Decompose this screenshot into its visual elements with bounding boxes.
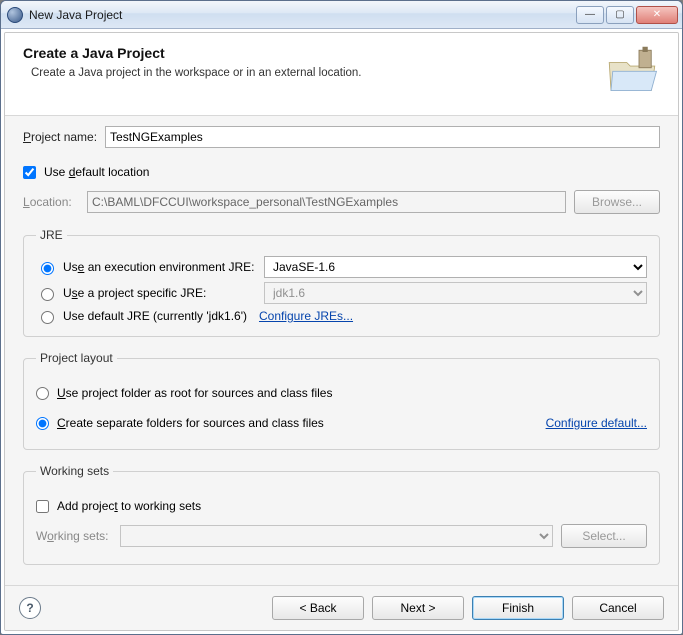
- configure-jres-link[interactable]: Configure JREs...: [259, 309, 353, 323]
- jre-project-specific-select: jdk1.6: [264, 282, 647, 304]
- jre-default-row: Use default JRE (currently 'jdk1.6') Con…: [36, 308, 647, 324]
- close-button[interactable]: ✕: [636, 6, 678, 24]
- wizard-header: Create a Java Project Create a Java proj…: [5, 33, 678, 116]
- jre-default-label[interactable]: Use default JRE (currently 'jdk1.6'): [63, 309, 247, 323]
- working-sets-combo-row: Working sets: Select...: [36, 524, 647, 548]
- browse-button: Browse...: [574, 190, 660, 214]
- working-sets-combo-label: Working sets:: [36, 529, 112, 543]
- content-frame: Create a Java Project Create a Java proj…: [4, 32, 679, 631]
- working-sets-select-button: Select...: [561, 524, 647, 548]
- working-sets-group: Working sets Add project to working sets…: [23, 464, 660, 565]
- layout-root-radio[interactable]: [36, 387, 49, 400]
- page-title: Create a Java Project: [23, 45, 604, 61]
- use-default-location-checkbox[interactable]: [23, 166, 36, 179]
- window-buttons: — ▢ ✕: [576, 6, 678, 24]
- location-input: [87, 191, 566, 213]
- jre-exec-env-label[interactable]: Use an execution environment JRE:: [63, 260, 254, 274]
- jre-project-specific-radio[interactable]: [41, 288, 54, 301]
- help-icon[interactable]: ?: [19, 597, 41, 619]
- jre-legend: JRE: [36, 228, 67, 242]
- layout-separate-label[interactable]: Create separate folders for sources and …: [57, 416, 324, 430]
- back-button[interactable]: < Back: [272, 596, 364, 620]
- jre-project-specific-label[interactable]: Use a project specific JRE:: [63, 286, 206, 300]
- configure-default-link[interactable]: Configure default...: [546, 416, 647, 430]
- titlebar[interactable]: New Java Project — ▢ ✕: [1, 1, 682, 29]
- location-label: Location:: [23, 195, 79, 209]
- window-title: New Java Project: [29, 8, 576, 22]
- page-subtitle: Create a Java project in the workspace o…: [23, 67, 604, 79]
- layout-root-label[interactable]: Use project folder as root for sources a…: [57, 386, 332, 400]
- location-row: Location: Browse...: [23, 190, 660, 214]
- working-sets-legend: Working sets: [36, 464, 113, 478]
- working-sets-select: [120, 525, 553, 547]
- jre-exec-env-select[interactable]: JavaSE-1.6: [264, 256, 647, 278]
- maximize-button[interactable]: ▢: [606, 6, 634, 24]
- add-to-working-sets-label[interactable]: Add project to working sets: [57, 499, 201, 513]
- add-to-working-sets-checkbox[interactable]: [36, 500, 49, 513]
- header-text: Create a Java Project Create a Java proj…: [23, 45, 604, 79]
- layout-separate-row: Create separate folders for sources and …: [36, 411, 647, 435]
- use-default-location-row: Use default location: [23, 160, 660, 184]
- cancel-button[interactable]: Cancel: [572, 596, 664, 620]
- minimize-button[interactable]: —: [576, 6, 604, 24]
- project-layout-group: Project layout Use project folder as roo…: [23, 351, 660, 450]
- use-default-location-label[interactable]: Use default location: [44, 165, 149, 179]
- project-layout-legend: Project layout: [36, 351, 117, 365]
- wizard-footer: ? < Back Next > Finish Cancel: [5, 585, 678, 630]
- eclipse-icon: [7, 7, 23, 23]
- layout-root-row: Use project folder as root for sources a…: [36, 381, 647, 405]
- jre-group: JRE Use an execution environment JRE: Ja…: [23, 228, 660, 337]
- jre-default-radio[interactable]: [41, 311, 54, 324]
- jre-project-specific-row: Use a project specific JRE: jdk1.6: [36, 282, 647, 304]
- next-button[interactable]: Next >: [372, 596, 464, 620]
- add-to-working-sets-row: Add project to working sets: [36, 494, 647, 518]
- dialog-window: New Java Project — ▢ ✕ Create a Java Pro…: [0, 0, 683, 635]
- wizard-body: Project name: Use default location Locat…: [5, 116, 678, 585]
- folder-icon: [604, 45, 660, 101]
- project-name-row: Project name:: [23, 126, 660, 148]
- jre-exec-env-radio[interactable]: [41, 262, 54, 275]
- finish-button[interactable]: Finish: [472, 596, 564, 620]
- layout-separate-radio[interactable]: [36, 417, 49, 430]
- project-name-label: Project name:: [23, 130, 97, 144]
- jre-exec-env-row: Use an execution environment JRE: JavaSE…: [36, 256, 647, 278]
- project-name-input[interactable]: [105, 126, 660, 148]
